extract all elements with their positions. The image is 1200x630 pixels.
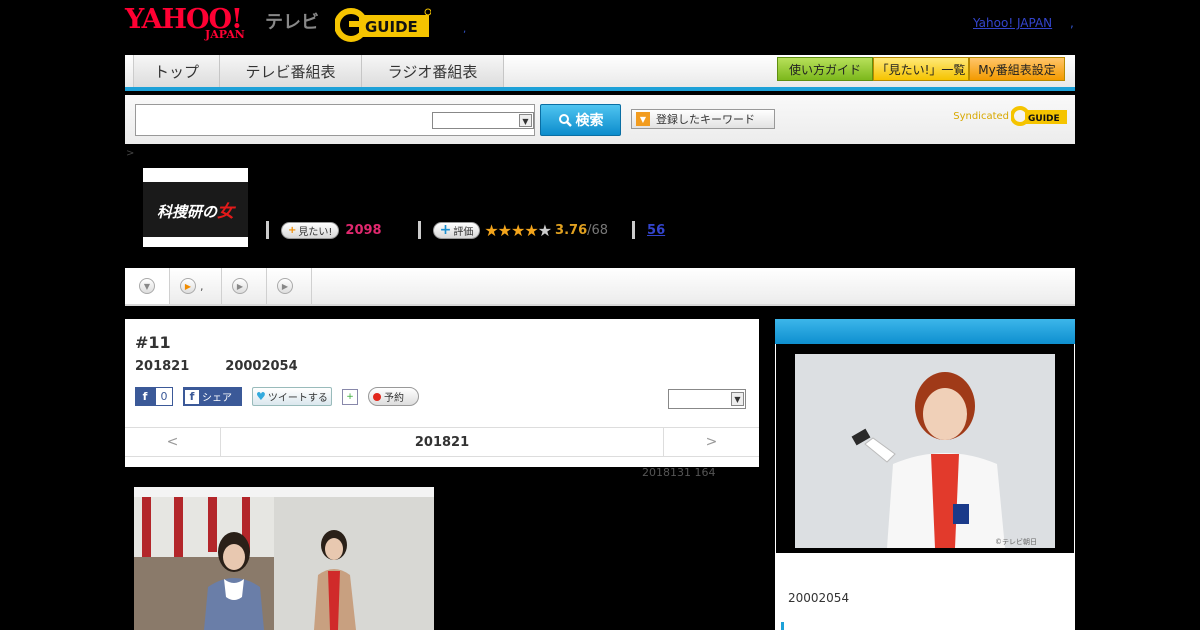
program-stats: + 見たい! 2098 + 評価 ★★★★★ 3.76 /68 56 bbox=[266, 220, 665, 240]
main-navbar: トップ テレビ番組表 ラジオ番組表 使い方ガイド 「見たい!」一覧 My番組表設… bbox=[125, 55, 1075, 91]
tweet-button[interactable]: ♥ ツイートする bbox=[252, 387, 332, 406]
program-subtabs: ▼ ▶ , ▶ ▶ bbox=[125, 268, 1075, 306]
chevron-down-icon: ▼ bbox=[731, 392, 744, 406]
social-buttons: f 0 f シェア ♥ ツイートする + 予約 bbox=[135, 387, 419, 406]
search-button-label: 検索 bbox=[575, 113, 604, 129]
cast-photo-image: ©テレビ朝日 bbox=[795, 354, 1055, 548]
play-icon: ▶ bbox=[277, 278, 293, 294]
twitter-bird-icon: ♥ bbox=[256, 390, 266, 403]
syndicated-gguide-logo: Syndicated GUIDE bbox=[953, 105, 1067, 127]
divider bbox=[417, 221, 421, 239]
header-separator: , bbox=[463, 24, 467, 35]
episode-meta: 201821 20002054 bbox=[135, 359, 298, 374]
program-logo-accent: 女 bbox=[217, 202, 234, 222]
tab-top[interactable]: トップ bbox=[134, 55, 220, 87]
gguide-small-logo: GUIDE bbox=[1011, 106, 1067, 126]
plus-icon: + bbox=[288, 224, 297, 236]
search-button[interactable]: 検索 bbox=[540, 104, 621, 136]
usage-guide-button[interactable]: 使い方ガイド bbox=[777, 57, 873, 81]
want-count: 2098 bbox=[345, 222, 382, 238]
episode-pager: < 201821 > bbox=[125, 427, 759, 457]
nav-right-buttons: 使い方ガイド 「見たい!」一覧 My番組表設定 bbox=[777, 57, 1065, 81]
want-to-watch-button[interactable]: + 見たい! bbox=[281, 221, 340, 239]
divider bbox=[266, 221, 269, 239]
accent-bar bbox=[781, 622, 784, 630]
episode-panel: #11 201821 20002054 f 0 f シェア ♥ ツイートする +… bbox=[125, 319, 759, 467]
dropdown-arrow-icon: ▼ bbox=[636, 112, 650, 126]
nav-tabs: トップ テレビ番組表 ラジオ番組表 bbox=[133, 55, 504, 87]
tab-tv-listings[interactable]: テレビ番組表 bbox=[220, 55, 362, 87]
program-logo-text: 科捜研の女 bbox=[157, 197, 234, 222]
cast-photo[interactable]: ©テレビ朝日 bbox=[795, 354, 1055, 548]
current-episode-date: 201821 bbox=[220, 428, 664, 456]
facebook-icon: f bbox=[135, 387, 155, 406]
calendar-add-icon[interactable]: + bbox=[342, 388, 358, 405]
syndicated-label: Syndicated bbox=[953, 110, 1009, 122]
record-reserve-button[interactable]: 予約 bbox=[368, 387, 419, 406]
rate-label: 評価 bbox=[453, 226, 474, 238]
chevron-down-icon: ▼ bbox=[519, 114, 532, 127]
rate-button[interactable]: + 評価 bbox=[432, 221, 481, 239]
subtab-3[interactable]: ▶ bbox=[222, 268, 267, 304]
episode-date: 201821 bbox=[135, 359, 190, 374]
stars-empty: ★ bbox=[537, 220, 552, 240]
sidebar-header bbox=[775, 319, 1075, 344]
sidebar-info: 20002054 bbox=[775, 554, 1075, 630]
saved-keywords-button[interactable]: ▼ 登録したキーワード bbox=[631, 109, 775, 129]
next-episode-button[interactable]: > bbox=[664, 428, 759, 456]
saved-keywords-label: 登録したキーワード bbox=[656, 113, 755, 126]
site-header: YAHOO! JAPAN テレビ GUIDE , Yahoo! JAPAN , bbox=[125, 0, 1075, 55]
sidebar-program-id: 20002054 bbox=[788, 591, 850, 605]
stars-filled: ★★★★ bbox=[484, 220, 538, 240]
program-logo-main: 科捜研の bbox=[156, 203, 217, 221]
facebook-like-button[interactable]: f 0 bbox=[135, 387, 173, 406]
tab-radio-listings[interactable]: ラジオ番組表 bbox=[362, 55, 504, 87]
facebook-icon: f bbox=[185, 389, 199, 404]
copyright-text: ©テレビ朝日 bbox=[995, 537, 1037, 546]
subtab-2[interactable]: ▶ , bbox=[170, 268, 222, 304]
episode-title: #11 bbox=[135, 333, 171, 352]
header-separator-2: , bbox=[1070, 16, 1074, 30]
prev-episode-button[interactable]: < bbox=[125, 428, 220, 456]
search-category-select[interactable]: ▼ bbox=[432, 112, 534, 129]
search-icon bbox=[558, 114, 572, 127]
want-list-button[interactable]: 「見たい!」一覧 bbox=[873, 57, 969, 81]
svg-text:GUIDE: GUIDE bbox=[1028, 114, 1060, 124]
play-icon: ▶ bbox=[180, 278, 196, 294]
rating-count: /68 bbox=[587, 222, 609, 238]
yahoo-japan-logo[interactable]: YAHOO! JAPAN bbox=[125, 6, 245, 41]
want-label: 見たい! bbox=[298, 226, 333, 238]
scene-photo bbox=[134, 487, 434, 630]
episode-select[interactable]: ▼ bbox=[668, 389, 746, 409]
rating-score: 3.76 bbox=[555, 222, 588, 238]
rating-stars: ★★★★★ bbox=[484, 220, 552, 240]
record-dot-icon bbox=[373, 392, 381, 401]
program-thumbnail[interactable]: 科捜研の女 bbox=[143, 168, 248, 247]
search-bar: ▼ 検索 ▼ 登録したキーワード Syndicated GUIDE bbox=[125, 95, 1075, 144]
gguide-logo[interactable]: GUIDE bbox=[335, 6, 431, 42]
episode-code: 20002054 bbox=[225, 359, 298, 374]
divider bbox=[632, 221, 636, 239]
plus-icon: + bbox=[439, 222, 452, 238]
reviews-link[interactable]: 56 bbox=[647, 223, 665, 238]
subtab-1[interactable]: ▼ bbox=[125, 268, 170, 304]
my-listings-settings-button[interactable]: My番組表設定 bbox=[969, 57, 1065, 81]
tweet-label: ツイートする bbox=[267, 393, 328, 404]
episode-scene-image bbox=[134, 487, 434, 630]
facebook-share-button[interactable]: f シェア bbox=[183, 387, 242, 406]
japan-logo-text: JAPAN bbox=[205, 28, 245, 41]
record-label: 予約 bbox=[384, 393, 404, 404]
facebook-like-count: 0 bbox=[155, 387, 173, 406]
subtab-4[interactable]: ▶ bbox=[267, 268, 312, 304]
update-note: 2018131 164 bbox=[642, 466, 716, 479]
breadcrumb: > bbox=[126, 148, 135, 159]
tv-label: テレビ bbox=[265, 12, 319, 33]
yahoo-japan-link[interactable]: Yahoo! JAPAN bbox=[973, 16, 1052, 30]
subtab-label: , bbox=[200, 279, 204, 293]
facebook-share-label: シェア bbox=[202, 393, 232, 404]
svg-text:GUIDE: GUIDE bbox=[365, 18, 418, 36]
chevron-down-icon: ▼ bbox=[139, 278, 155, 294]
play-icon: ▶ bbox=[232, 278, 248, 294]
